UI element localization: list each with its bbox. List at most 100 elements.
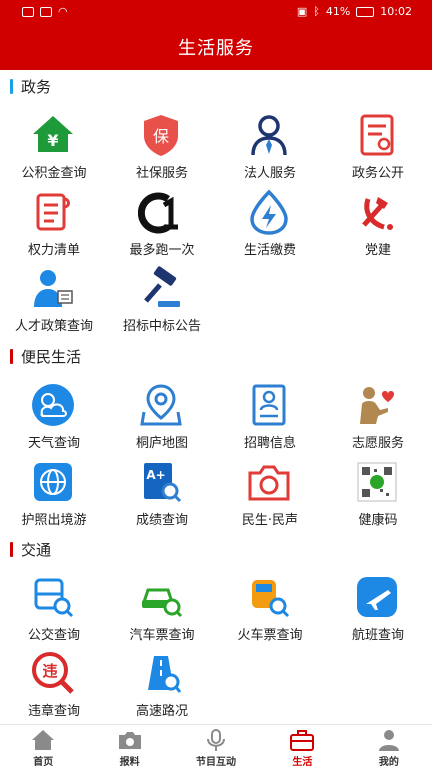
tile-label: 公积金查询 — [21, 166, 87, 181]
tile-bidding-notice[interactable]: 招标中标公告 — [108, 261, 216, 337]
tile-label: 成绩查询 — [135, 513, 188, 528]
plane-icon — [357, 577, 397, 617]
section-accent-bar — [10, 348, 13, 364]
person-tie-icon — [251, 115, 287, 156]
tile-highway-status[interactable]: 高速路况 — [108, 646, 216, 722]
bluetooth-icon: ᛒ — [313, 5, 320, 18]
nav-report[interactable]: 报料 — [86, 725, 172, 769]
scroll-list-icon — [36, 193, 70, 231]
tile-volunteer[interactable]: 志愿服务 — [324, 378, 432, 454]
tile-label: 党建 — [364, 243, 391, 258]
utility-drop-icon — [250, 189, 288, 235]
tile-social-security[interactable]: 保 社保服务 — [108, 108, 216, 184]
grade-search-icon: A+ — [144, 463, 182, 503]
car-search-icon — [141, 588, 183, 618]
battery-percent: 41% — [325, 5, 351, 18]
tile-label: 政务公开 — [351, 166, 404, 181]
gavel-icon — [144, 266, 180, 307]
talent-icon — [34, 270, 73, 307]
briefcase-icon — [290, 730, 315, 751]
map-pin-icon — [140, 384, 182, 426]
tile-bus-query[interactable]: 公交查询 — [0, 570, 108, 646]
nav-label: 节目互动 — [196, 757, 237, 768]
run-once-icon — [138, 192, 178, 234]
page-title: 生活服务 — [178, 38, 254, 59]
tile-weather[interactable]: 天气查询 — [0, 378, 108, 454]
party-emblem-icon — [362, 197, 393, 230]
camera-icon — [248, 465, 290, 501]
tile-label: 民生·民声 — [241, 513, 299, 528]
section-title-transport: 交通 — [10, 538, 51, 560]
tile-label: 权力清单 — [27, 243, 80, 258]
section-label: 便民生活 — [21, 347, 82, 366]
bus-search-icon — [34, 578, 74, 618]
section-title-convenience: 便民生活 — [10, 345, 81, 367]
svg-text:保: 保 — [153, 127, 169, 146]
user-icon — [378, 730, 399, 751]
microphone-icon — [207, 729, 226, 751]
globe-icon — [34, 463, 72, 501]
nav-home[interactable]: 首页 — [0, 725, 86, 769]
section-title-government: 政务 — [10, 75, 51, 97]
tile-power-list[interactable]: 权力清单 — [0, 185, 108, 261]
nav-label: 报料 — [119, 757, 140, 768]
tile-label: 火车票查询 — [237, 628, 303, 643]
tile-health-code[interactable]: 健康码 — [324, 455, 432, 531]
tile-label: 招聘信息 — [243, 436, 296, 451]
tile-violation-query[interactable]: 违 违章查询 — [0, 646, 108, 722]
weather-icon — [32, 384, 74, 426]
tile-tonglu-map[interactable]: 桐庐地图 — [108, 378, 216, 454]
highway-icon — [148, 656, 182, 693]
tile-legal-person[interactable]: 法人服务 — [216, 108, 324, 184]
tile-label: 最多跑一次 — [129, 243, 195, 258]
nav-label: 我的 — [378, 757, 399, 768]
tile-label: 生活缴费 — [243, 243, 296, 258]
tile-label: 志愿服务 — [351, 436, 404, 451]
tile-label: 健康码 — [358, 513, 398, 528]
wifi-icon: ◠ — [58, 5, 68, 18]
battery-icon — [356, 6, 375, 17]
svg-text:A+: A+ — [146, 468, 165, 482]
sim-icon — [40, 6, 52, 17]
tile-public-voice[interactable]: 民生·民声 — [216, 455, 324, 531]
nfc-icon: ▣ — [296, 5, 308, 18]
qr-code-icon — [357, 462, 397, 502]
tile-flight-query[interactable]: 航班查询 — [324, 570, 432, 646]
train-search-icon — [252, 580, 290, 618]
tile-recruitment[interactable]: 招聘信息 — [216, 378, 324, 454]
tile-housing-fund[interactable]: ¥ 公积金查询 — [0, 108, 108, 184]
tile-party-building[interactable]: 党建 — [324, 185, 432, 261]
document-icon — [360, 114, 394, 156]
tile-government-open[interactable]: 政务公开 — [324, 108, 432, 184]
page-header: 生活服务 — [0, 24, 432, 70]
shield-bao-icon: 保 — [144, 115, 178, 156]
svg-text:¥: ¥ — [47, 131, 58, 150]
section-accent-bar — [10, 78, 13, 94]
svg-text:违: 违 — [42, 662, 57, 680]
tile-label: 人才政策查询 — [14, 319, 93, 334]
section-label: 交通 — [21, 540, 52, 559]
tile-label: 法人服务 — [243, 166, 296, 181]
nav-mine[interactable]: 我的 — [346, 725, 432, 769]
tile-coach-ticket[interactable]: 汽车票查询 — [108, 570, 216, 646]
nav-life[interactable]: 生活 — [259, 725, 345, 769]
tile-train-ticket[interactable]: 火车票查询 — [216, 570, 324, 646]
tile-grade-query[interactable]: A+ 成绩查询 — [108, 455, 216, 531]
nav-program-interaction[interactable]: 节目互动 — [173, 725, 259, 769]
tile-utility-payment[interactable]: 生活缴费 — [216, 185, 324, 261]
volunteer-icon — [360, 387, 394, 424]
status-bar: ◠ ▣ ᛒ 41% 10:02 — [0, 0, 432, 24]
tile-label: 公交查询 — [27, 628, 80, 643]
resume-icon — [252, 384, 286, 426]
tile-label: 高速路况 — [135, 704, 188, 719]
tile-talent-policy[interactable]: 人才政策查询 — [0, 261, 108, 337]
nav-label: 生活 — [292, 757, 313, 768]
bottom-navigation: 首页 报料 节目互动 生活 我的 — [0, 724, 432, 769]
sim-icon — [22, 6, 34, 17]
tile-label: 招标中标公告 — [122, 319, 201, 334]
tile-run-once[interactable]: 最多跑一次 — [108, 185, 216, 261]
tile-passport-travel[interactable]: 护照出境游 — [0, 455, 108, 531]
tile-label: 航班查询 — [351, 628, 404, 643]
nav-label: 首页 — [33, 757, 54, 768]
tile-label: 护照出境游 — [21, 513, 87, 528]
